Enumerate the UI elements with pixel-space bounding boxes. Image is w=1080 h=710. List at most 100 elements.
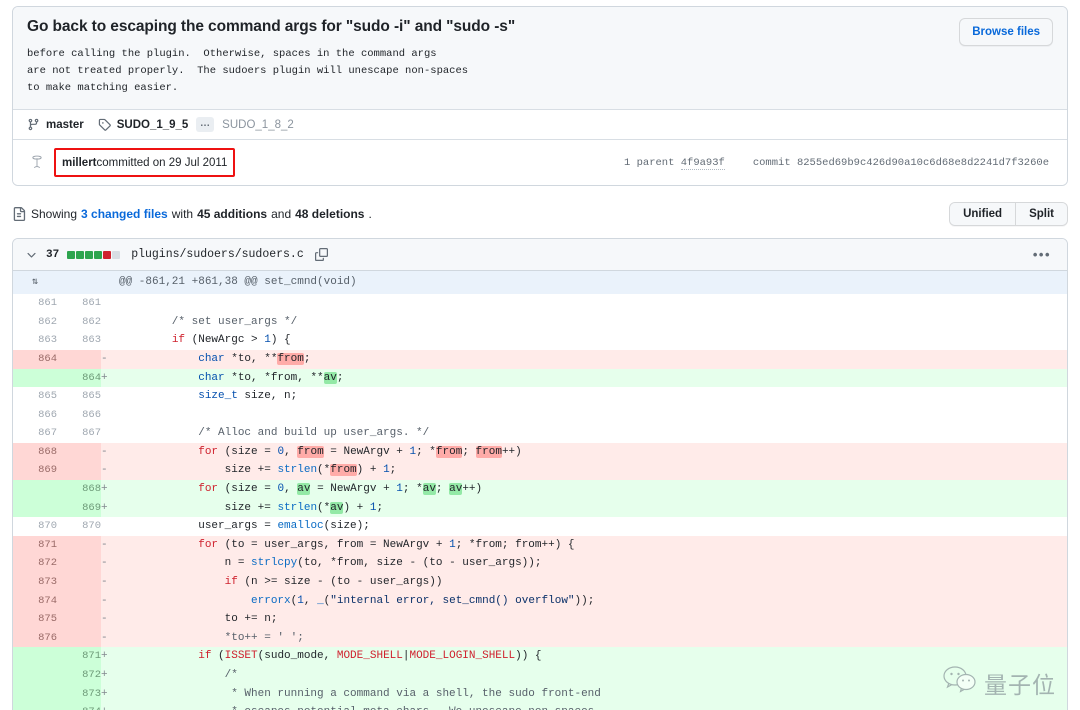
line-number-new[interactable]: 869 bbox=[57, 498, 101, 518]
line-number-new[interactable] bbox=[57, 535, 101, 555]
line-number-old[interactable]: 876 bbox=[13, 628, 57, 648]
line-number-new[interactable]: 862 bbox=[57, 312, 101, 332]
line-number-old[interactable]: 865 bbox=[13, 387, 57, 406]
deletions-count: 48 deletions bbox=[295, 207, 365, 222]
commit-sha[interactable]: 8255ed69b9c426d90a10c6d68e8d2241d7f3260e bbox=[797, 157, 1049, 169]
copy-path-icon[interactable] bbox=[314, 248, 328, 262]
hunk-range-label: @@ -861,21 +861,38 @@ set_cmnd(void) bbox=[119, 271, 1067, 295]
tag-icon bbox=[98, 118, 111, 131]
file-options-menu[interactable]: ••• bbox=[1033, 248, 1055, 261]
line-number-old[interactable]: 864 bbox=[13, 349, 57, 369]
line-number-old[interactable]: 872 bbox=[13, 554, 57, 574]
line-number-old[interactable]: 867 bbox=[13, 424, 57, 443]
ref-expand-button[interactable]: ... bbox=[196, 117, 215, 133]
line-number-new[interactable]: 867 bbox=[57, 424, 101, 443]
line-number-new[interactable] bbox=[57, 442, 101, 462]
line-number-new[interactable]: 866 bbox=[57, 405, 101, 425]
diff-code: /* Alloc and build up user_args. */ bbox=[119, 424, 1067, 443]
line-number-old[interactable] bbox=[13, 684, 57, 704]
line-number-new[interactable]: 865 bbox=[57, 387, 101, 406]
diff-marker: + bbox=[101, 703, 119, 710]
diff-marker: + bbox=[101, 480, 119, 499]
line-number-new[interactable]: 861 bbox=[57, 294, 101, 313]
diff-stat-block-5 bbox=[112, 250, 121, 259]
line-number-old[interactable] bbox=[13, 368, 57, 388]
split-view-button[interactable]: Split bbox=[1015, 203, 1067, 226]
parent-sha[interactable]: 4f9a93f bbox=[680, 156, 725, 170]
diff-line-add: 874+ * escapes potential meta chars. We … bbox=[13, 703, 1067, 710]
line-number-old[interactable]: 863 bbox=[13, 331, 57, 350]
line-number-new[interactable] bbox=[57, 554, 101, 574]
diff-line-ctx: 863 863 if (NewArgc > 1) { bbox=[13, 331, 1067, 350]
expand-up-down-icon[interactable]: ⇅ bbox=[13, 272, 57, 294]
chevron-down-icon[interactable] bbox=[25, 248, 38, 261]
ref-tag-secondary[interactable]: SUDO_1_8_2 bbox=[222, 119, 294, 131]
diff-marker: - bbox=[101, 610, 119, 629]
line-number-new[interactable]: 872 bbox=[57, 666, 101, 685]
line-number-new[interactable]: 874 bbox=[57, 703, 101, 710]
diff-line-del: 868 - for (size = 0, from = NewArgv + 1; … bbox=[13, 442, 1067, 462]
line-number-new[interactable] bbox=[57, 461, 101, 481]
line-number-old[interactable]: 871 bbox=[13, 535, 57, 555]
author-name[interactable]: millert bbox=[62, 157, 97, 169]
browse-files-button[interactable]: Browse files bbox=[959, 18, 1053, 47]
diff-code: errorx(1, _("internal error, set_cmnd() … bbox=[119, 591, 1067, 611]
hunk-expand-cell[interactable]: ⇅ bbox=[13, 271, 57, 295]
diff-marker: - bbox=[101, 591, 119, 611]
diff-code: user_args = emalloc(size); bbox=[119, 517, 1067, 536]
ref-branch-name[interactable]: master bbox=[46, 119, 84, 131]
line-number-new[interactable] bbox=[57, 573, 101, 592]
diff-marker bbox=[101, 331, 119, 350]
diff-marker: - bbox=[101, 349, 119, 369]
diff-line-add: 873 + * When running a command via a shel… bbox=[13, 684, 1067, 704]
diff-marker: - bbox=[101, 554, 119, 574]
diff-marker: + bbox=[101, 647, 119, 667]
line-number-old[interactable] bbox=[13, 666, 57, 685]
unified-view-button[interactable]: Unified bbox=[950, 203, 1016, 226]
line-number-new[interactable] bbox=[57, 591, 101, 611]
diff-code: if (n >= size - (to - user_args)) bbox=[119, 573, 1067, 592]
line-number-old[interactable] bbox=[13, 498, 57, 518]
line-number-old[interactable]: 861 bbox=[13, 294, 57, 313]
diff-line-del: 875 - to += n; bbox=[13, 610, 1067, 629]
line-number-old[interactable] bbox=[13, 647, 57, 667]
diff-code: size += strlen(*av) + 1; bbox=[119, 498, 1067, 518]
diff-summary-text: Showing 3 changed files with 45 addition… bbox=[31, 207, 372, 221]
line-number-old[interactable] bbox=[13, 480, 57, 499]
diff-stat-block-1 bbox=[76, 250, 85, 259]
diff-stat-block-0 bbox=[67, 250, 76, 259]
line-number-old[interactable] bbox=[13, 703, 57, 710]
diff-stat-block-4 bbox=[103, 250, 112, 259]
diff-code: char *to, **from; bbox=[119, 349, 1067, 369]
line-number-new[interactable] bbox=[57, 628, 101, 648]
commit-card: Go back to escaping the command args for… bbox=[12, 6, 1068, 187]
line-number-new[interactable]: 873 bbox=[57, 684, 101, 704]
line-number-new[interactable]: 870 bbox=[57, 517, 101, 536]
line-number-new[interactable] bbox=[57, 610, 101, 629]
diff-line-add: 871 + if (ISSET(sudo_mode, MODE_SHELL|MOD… bbox=[13, 647, 1067, 667]
diff-marker: + bbox=[101, 684, 119, 704]
file-diff-header: 37 plugins/sudoers/sudoers.c ••• bbox=[13, 239, 1067, 272]
file-path[interactable]: plugins/sudoers/sudoers.c bbox=[131, 248, 304, 261]
line-number-new[interactable]: 864 bbox=[57, 368, 101, 388]
line-number-new[interactable]: 863 bbox=[57, 331, 101, 350]
line-number-old[interactable]: 866 bbox=[13, 405, 57, 425]
line-number-new[interactable] bbox=[57, 349, 101, 369]
line-number-old[interactable]: 874 bbox=[13, 591, 57, 611]
changed-files-link[interactable]: 3 changed files bbox=[81, 207, 168, 221]
diff-marker: - bbox=[101, 573, 119, 592]
line-number-old[interactable]: 868 bbox=[13, 442, 57, 462]
diff-code: *to++ = ' '; bbox=[119, 628, 1067, 648]
line-number-new[interactable]: 868 bbox=[57, 480, 101, 499]
line-number-old[interactable]: 869 bbox=[13, 461, 57, 481]
line-number-new[interactable]: 871 bbox=[57, 647, 101, 667]
additions-count: 45 additions bbox=[197, 207, 268, 222]
line-number-old[interactable]: 875 bbox=[13, 610, 57, 629]
ref-tag-primary[interactable]: SUDO_1_9_5 bbox=[117, 119, 189, 131]
line-number-old[interactable]: 870 bbox=[13, 517, 57, 536]
avatar[interactable] bbox=[27, 152, 47, 173]
line-number-old[interactable]: 862 bbox=[13, 312, 57, 332]
line-number-old[interactable]: 873 bbox=[13, 573, 57, 592]
diff-code: /* set user_args */ bbox=[119, 312, 1067, 332]
diff-marker: - bbox=[101, 461, 119, 481]
